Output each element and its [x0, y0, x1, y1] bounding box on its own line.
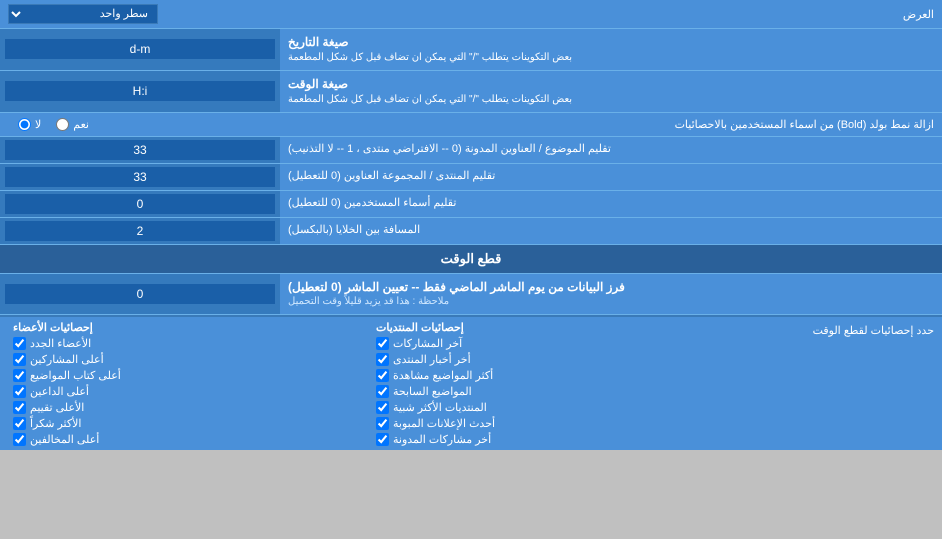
topics-per-page-row: تقليم الموضوع / العناوين المدونة (0 -- ا… — [0, 137, 942, 164]
latest-topics-checkbox[interactable] — [376, 385, 389, 398]
top-observers-checkbox[interactable] — [13, 433, 26, 446]
filter-input-container — [0, 274, 280, 315]
topics-per-page-label: تقليم الموضوع / العناوين المدونة (0 -- ا… — [280, 137, 942, 163]
similar-forums-checkbox[interactable] — [376, 401, 389, 414]
forum-stats-col: إحصائيات المنتديات آخر المشاركات أخر أخب… — [371, 321, 734, 446]
top-rating-item[interactable]: الأعلى تقييم — [13, 401, 366, 414]
date-format-input[interactable] — [5, 39, 275, 59]
most-thanks-item[interactable]: الأكثر شكراً — [13, 417, 366, 430]
bold-remove-yes-radio[interactable] — [56, 118, 69, 131]
col1-header: إحصائيات الأعضاء — [13, 321, 366, 334]
member-stats-col: إحصائيات الأعضاء الأعضاء الجدد أعلى المش… — [8, 321, 371, 446]
new-members-checkbox[interactable] — [13, 337, 26, 350]
users-per-page-row: تقليم أسماء المستخدمين (0 للتعطيل) — [0, 191, 942, 218]
forum-per-page-input-container — [0, 164, 280, 190]
new-members-item[interactable]: الأعضاء الجدد — [13, 337, 366, 350]
last-posts-checkbox[interactable] — [376, 337, 389, 350]
space-between-input-container — [0, 218, 280, 244]
time-format-label: صيغة الوقت بعض التكوينات يتطلب "/" التي … — [280, 71, 942, 112]
topics-per-page-input[interactable] — [5, 140, 275, 160]
checkboxes-section-label: حدد إحصائيات لقطع الوقت — [734, 321, 934, 337]
space-between-row: المسافة بين الخلايا (بالبكسل) — [0, 218, 942, 245]
bold-remove-no[interactable]: لا — [18, 118, 41, 131]
realtime-section-header: قطع الوقت — [0, 245, 942, 274]
most-viewed-checkbox[interactable] — [376, 369, 389, 382]
top-online-item[interactable]: أعلى الداعين — [13, 385, 366, 398]
users-per-page-input[interactable] — [5, 194, 275, 214]
last-noted-checkbox[interactable] — [376, 433, 389, 446]
top-posters-item[interactable]: أعلى المشاركين — [13, 353, 366, 366]
forum-per-page-input[interactable] — [5, 167, 275, 187]
display-row: العرض سطر واحد — [0, 0, 942, 29]
top-observers-item[interactable]: أعلى المخالفين — [13, 433, 366, 446]
forum-per-page-label: تقليم المنتدى / المجموعة العناوين (0 للت… — [280, 164, 942, 190]
space-between-label: المسافة بين الخلايا (بالبكسل) — [280, 218, 942, 244]
date-format-row: صيغة التاريخ بعض التكوينات يتطلب "/" الت… — [0, 29, 942, 71]
filter-label: فرز البيانات من يوم الماشر الماضي فقط --… — [280, 274, 942, 315]
col2-header: إحصائيات المنتديات — [376, 321, 729, 334]
last-forum-news-checkbox[interactable] — [376, 353, 389, 366]
bold-remove-no-radio[interactable] — [18, 118, 31, 131]
users-per-page-label: تقليم أسماء المستخدمين (0 للتعطيل) — [280, 191, 942, 217]
recent-ads-checkbox[interactable] — [376, 417, 389, 430]
display-select[interactable]: سطر واحد — [8, 4, 158, 24]
bold-remove-label: ازالة نمط بولد (Bold) من اسماء المستخدمي… — [288, 118, 934, 131]
filter-input[interactable] — [5, 284, 275, 304]
topics-per-page-input-container — [0, 137, 280, 163]
display-label: العرض — [158, 8, 934, 21]
users-per-page-input-container — [0, 191, 280, 217]
checkboxes-container: حدد إحصائيات لقطع الوقت إحصائيات المنتدي… — [0, 315, 942, 450]
most-thanks-checkbox[interactable] — [13, 417, 26, 430]
last-forum-news-item[interactable]: أخر أخبار المنتدى — [376, 353, 729, 366]
time-format-input[interactable] — [5, 81, 275, 101]
bold-remove-row: ازالة نمط بولد (Bold) من اسماء المستخدمي… — [0, 113, 942, 137]
most-viewed-item[interactable]: أكثر المواضيع مشاهدة — [376, 369, 729, 382]
bold-remove-options: نعم لا — [8, 118, 288, 131]
last-posts-item[interactable]: آخر المشاركات — [376, 337, 729, 350]
last-noted-item[interactable]: أخر مشاركات المدونة — [376, 433, 729, 446]
checkbox-columns: إحصائيات المنتديات آخر المشاركات أخر أخب… — [8, 321, 734, 446]
top-writers-checkbox[interactable] — [13, 369, 26, 382]
time-format-input-container — [0, 71, 280, 112]
top-online-checkbox[interactable] — [13, 385, 26, 398]
time-format-row: صيغة الوقت بعض التكوينات يتطلب "/" التي … — [0, 71, 942, 113]
space-between-input[interactable] — [5, 221, 275, 241]
date-format-label: صيغة التاريخ بعض التكوينات يتطلب "/" الت… — [280, 29, 942, 70]
top-writers-item[interactable]: أعلى كتاب المواضيع — [13, 369, 366, 382]
top-rating-checkbox[interactable] — [13, 401, 26, 414]
filter-row: فرز البيانات من يوم الماشر الماضي فقط --… — [0, 274, 942, 316]
date-format-input-container — [0, 29, 280, 70]
latest-topics-item[interactable]: المواضيع السابحة — [376, 385, 729, 398]
bold-remove-yes[interactable]: نعم — [56, 118, 89, 131]
similar-forums-item[interactable]: المنتديات الأكثر شبية — [376, 401, 729, 414]
top-posters-checkbox[interactable] — [13, 353, 26, 366]
recent-ads-item[interactable]: أحدث الإعلانات المبوبة — [376, 417, 729, 430]
forum-per-page-row: تقليم المنتدى / المجموعة العناوين (0 للت… — [0, 164, 942, 191]
checkboxes-row: حدد إحصائيات لقطع الوقت إحصائيات المنتدي… — [0, 317, 942, 450]
